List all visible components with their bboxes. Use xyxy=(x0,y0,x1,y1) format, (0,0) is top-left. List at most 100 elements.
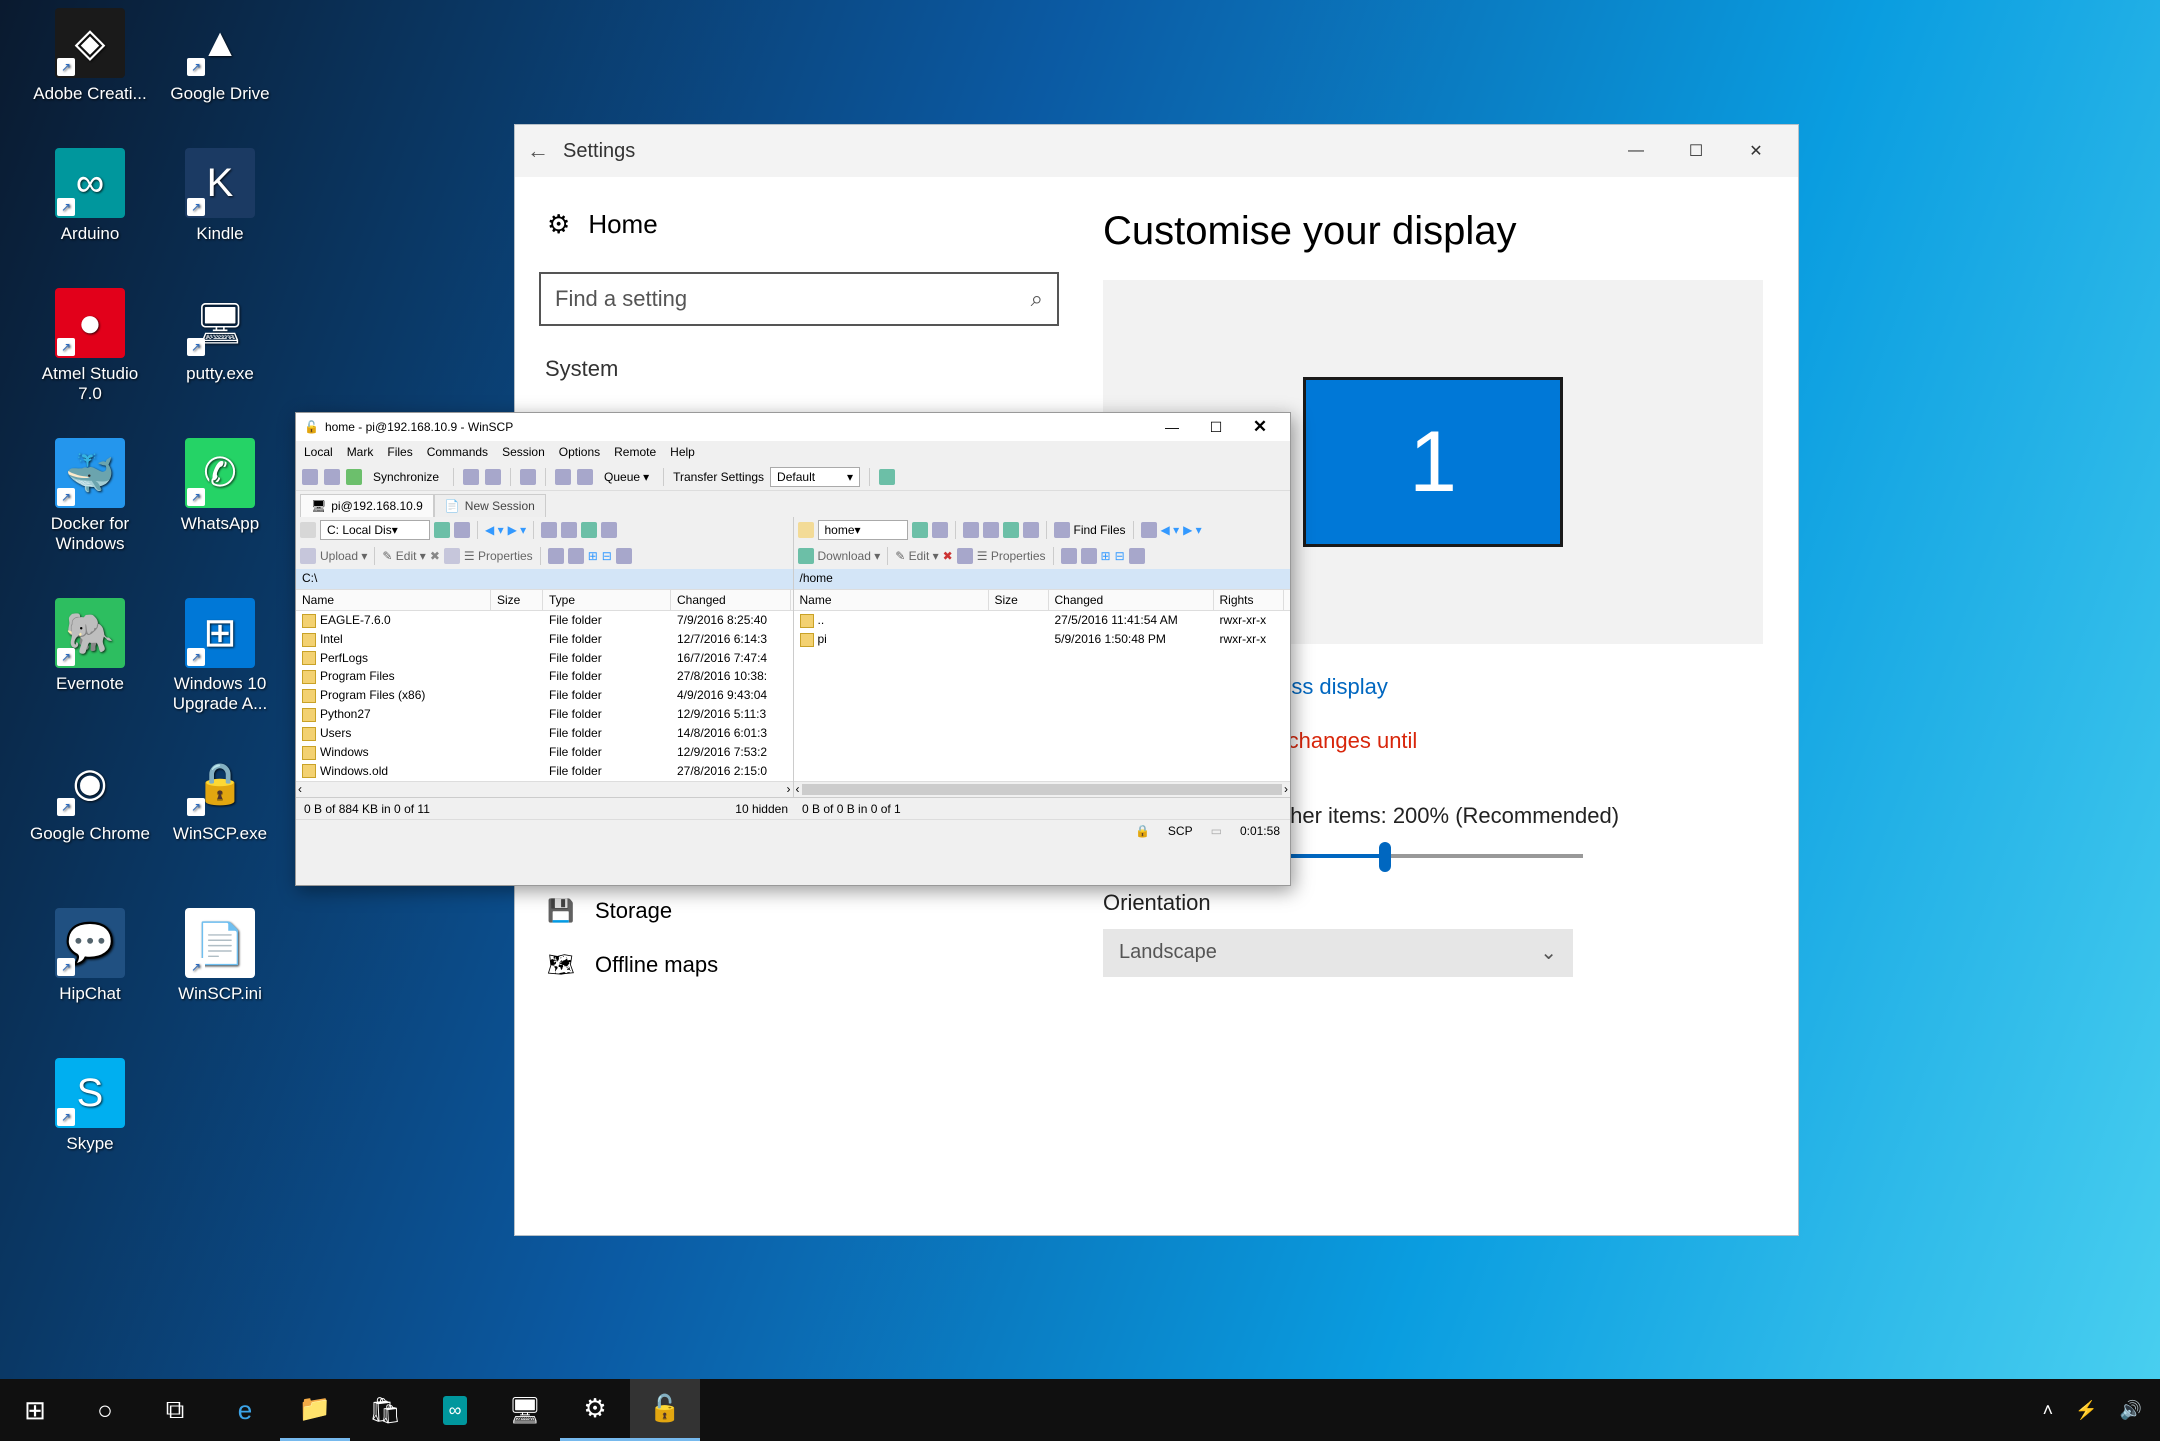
minimize-button[interactable]: — xyxy=(1150,414,1194,440)
task-view-button[interactable]: ⧉ xyxy=(140,1379,210,1441)
orientation-dropdown[interactable]: Landscape ⌄ xyxy=(1103,929,1573,977)
icon[interactable] xyxy=(1061,548,1077,564)
icon[interactable] xyxy=(879,469,895,485)
queue-icon[interactable] xyxy=(577,469,593,485)
drive-icon[interactable] xyxy=(300,522,316,538)
delete-icon[interactable]: ✖ xyxy=(430,549,440,563)
close-button[interactable]: ✕ xyxy=(1238,414,1282,440)
session-tab[interactable]: 🖥pi@192.168.10.9 xyxy=(300,494,434,517)
home-row[interactable]: ⚙ Home xyxy=(539,209,1073,240)
icon[interactable] xyxy=(1141,522,1157,538)
back-icon[interactable]: ◀ ▾ xyxy=(1161,523,1180,537)
start-button[interactable]: ⊞ xyxy=(0,1379,70,1441)
icon[interactable] xyxy=(548,548,564,564)
delete-icon[interactable]: ✖ xyxy=(943,549,953,563)
desktop-icon[interactable]: ●Atmel Studio 7.0 xyxy=(30,288,150,404)
menu-help[interactable]: Help xyxy=(670,445,695,459)
menu-mark[interactable]: Mark xyxy=(347,445,374,459)
desktop-icon[interactable]: ◉Google Chrome xyxy=(30,748,150,844)
column-header[interactable]: Size xyxy=(491,590,543,610)
icon[interactable] xyxy=(601,522,617,538)
system-tray[interactable]: ˄ ⚡ 🔊 xyxy=(2043,1400,2160,1421)
menu-session[interactable]: Session xyxy=(502,445,545,459)
icon[interactable] xyxy=(434,522,450,538)
settings-taskbar[interactable]: ⚙ xyxy=(560,1379,630,1441)
find-files-button[interactable]: Find Files xyxy=(1074,523,1126,537)
menu-commands[interactable]: Commands xyxy=(427,445,488,459)
file-row[interactable]: Program FilesFile folder27/8/2016 10:38: xyxy=(296,667,793,686)
desktop-icon[interactable]: ⊞Windows 10 Upgrade A... xyxy=(160,598,280,714)
forward-icon[interactable]: ▶ ▾ xyxy=(508,523,527,537)
arduino-taskbar[interactable]: ∞ xyxy=(420,1379,490,1441)
edge-button[interactable]: e xyxy=(210,1379,280,1441)
power-icon[interactable]: ⚡ xyxy=(2075,1400,2097,1421)
column-header[interactable]: Rights xyxy=(1214,590,1284,610)
monitor-1[interactable]: 1 xyxy=(1303,377,1563,547)
local-drive-combo[interactable]: C: Local Dis ▾ xyxy=(320,520,430,540)
remote-drive-combo[interactable]: home ▾ xyxy=(818,520,908,540)
icon[interactable] xyxy=(957,548,973,564)
store-button[interactable]: 🛍 xyxy=(350,1379,420,1441)
putty-taskbar[interactable]: 🖥 xyxy=(490,1379,560,1441)
icon[interactable] xyxy=(932,522,948,538)
forward-icon[interactable]: ▶ ▾ xyxy=(1183,523,1202,537)
desktop-icon[interactable]: 📄WinSCP.ini xyxy=(160,908,280,1004)
winscp-titlebar[interactable]: 🔓 home - pi@192.168.10.9 - WinSCP — ☐ ✕ xyxy=(296,413,1290,441)
menu-local[interactable]: Local xyxy=(304,445,333,459)
desktop-icon[interactable]: KKindle xyxy=(160,148,280,244)
desktop-icon[interactable]: ✆WhatsApp xyxy=(160,438,280,534)
icon[interactable] xyxy=(485,469,501,485)
desktop-icon[interactable]: 🖥putty.exe xyxy=(160,288,280,384)
desktop-icon[interactable]: ∞Arduino xyxy=(30,148,150,244)
remote-filelist[interactable]: ..27/5/2016 11:41:54 AMrwxr-xr-xpi5/9/20… xyxy=(794,611,1291,781)
home-icon[interactable] xyxy=(581,522,597,538)
icon[interactable] xyxy=(520,469,536,485)
find-icon[interactable] xyxy=(1054,522,1070,538)
icon[interactable] xyxy=(454,522,470,538)
icon[interactable] xyxy=(963,522,979,538)
file-row[interactable]: ..27/5/2016 11:41:54 AMrwxr-xr-x xyxy=(794,611,1291,630)
desktop-icon[interactable]: 🐘Evernote xyxy=(30,598,150,694)
column-header[interactable]: Name xyxy=(296,590,491,610)
tray-up-icon[interactable]: ˄ xyxy=(2043,1400,2054,1421)
icon[interactable] xyxy=(444,548,460,564)
file-row[interactable]: EAGLE-7.6.0File folder7/9/2016 8:25:40 xyxy=(296,611,793,630)
menu-files[interactable]: Files xyxy=(387,445,412,459)
desktop-icon[interactable]: SSkype xyxy=(30,1058,150,1154)
edit-button[interactable]: ✎ Edit ▾ xyxy=(382,549,425,563)
back-icon[interactable]: ← xyxy=(527,138,563,164)
properties-button[interactable]: ☰ Properties xyxy=(977,549,1046,563)
column-header[interactable]: Changed xyxy=(1049,590,1214,610)
file-row[interactable]: IntelFile folder12/7/2016 6:14:3 xyxy=(296,630,793,649)
file-row[interactable]: Program Files (x86)File folder4/9/2016 9… xyxy=(296,686,793,705)
icon[interactable] xyxy=(302,469,318,485)
nav-item[interactable]: 🗺Offline maps xyxy=(539,938,1073,992)
local-scrollbar[interactable]: ‹› xyxy=(296,781,793,797)
icon[interactable] xyxy=(616,548,632,564)
icon[interactable] xyxy=(463,469,479,485)
plus-icon[interactable]: ⊞ xyxy=(588,549,598,563)
remote-scrollbar[interactable]: ‹› xyxy=(794,781,1291,797)
desktop-icon[interactable]: ▲Google Drive xyxy=(160,8,280,104)
close-button[interactable]: ✕ xyxy=(1726,126,1786,176)
column-header[interactable]: Size xyxy=(989,590,1049,610)
minimize-button[interactable]: — xyxy=(1606,126,1666,176)
column-header[interactable]: Type xyxy=(543,590,671,610)
icon[interactable] xyxy=(1081,548,1097,564)
column-header[interactable]: Name xyxy=(794,590,989,610)
plus-icon[interactable]: ⊞ xyxy=(1101,549,1111,563)
icon[interactable] xyxy=(324,469,340,485)
desktop-icon[interactable]: 💬HipChat xyxy=(30,908,150,1004)
nav-item[interactable]: 💾Storage xyxy=(539,884,1073,938)
sync-icon[interactable] xyxy=(346,469,362,485)
volume-icon[interactable]: 🔊 xyxy=(2120,1400,2142,1421)
explorer-button[interactable]: 📁 xyxy=(280,1379,350,1441)
new-session-tab[interactable]: 📄New Session xyxy=(434,494,546,517)
properties-button[interactable]: ☰ Properties xyxy=(464,549,533,563)
menu-options[interactable]: Options xyxy=(559,445,600,459)
file-row[interactable]: WindowsFile folder12/9/2016 7:53:2 xyxy=(296,743,793,762)
gear-icon[interactable] xyxy=(555,469,571,485)
remote-path[interactable]: /home xyxy=(794,569,1291,589)
synchronize-button[interactable]: Synchronize xyxy=(368,468,444,486)
desktop-icon[interactable]: ◈Adobe Creati... xyxy=(30,8,150,104)
